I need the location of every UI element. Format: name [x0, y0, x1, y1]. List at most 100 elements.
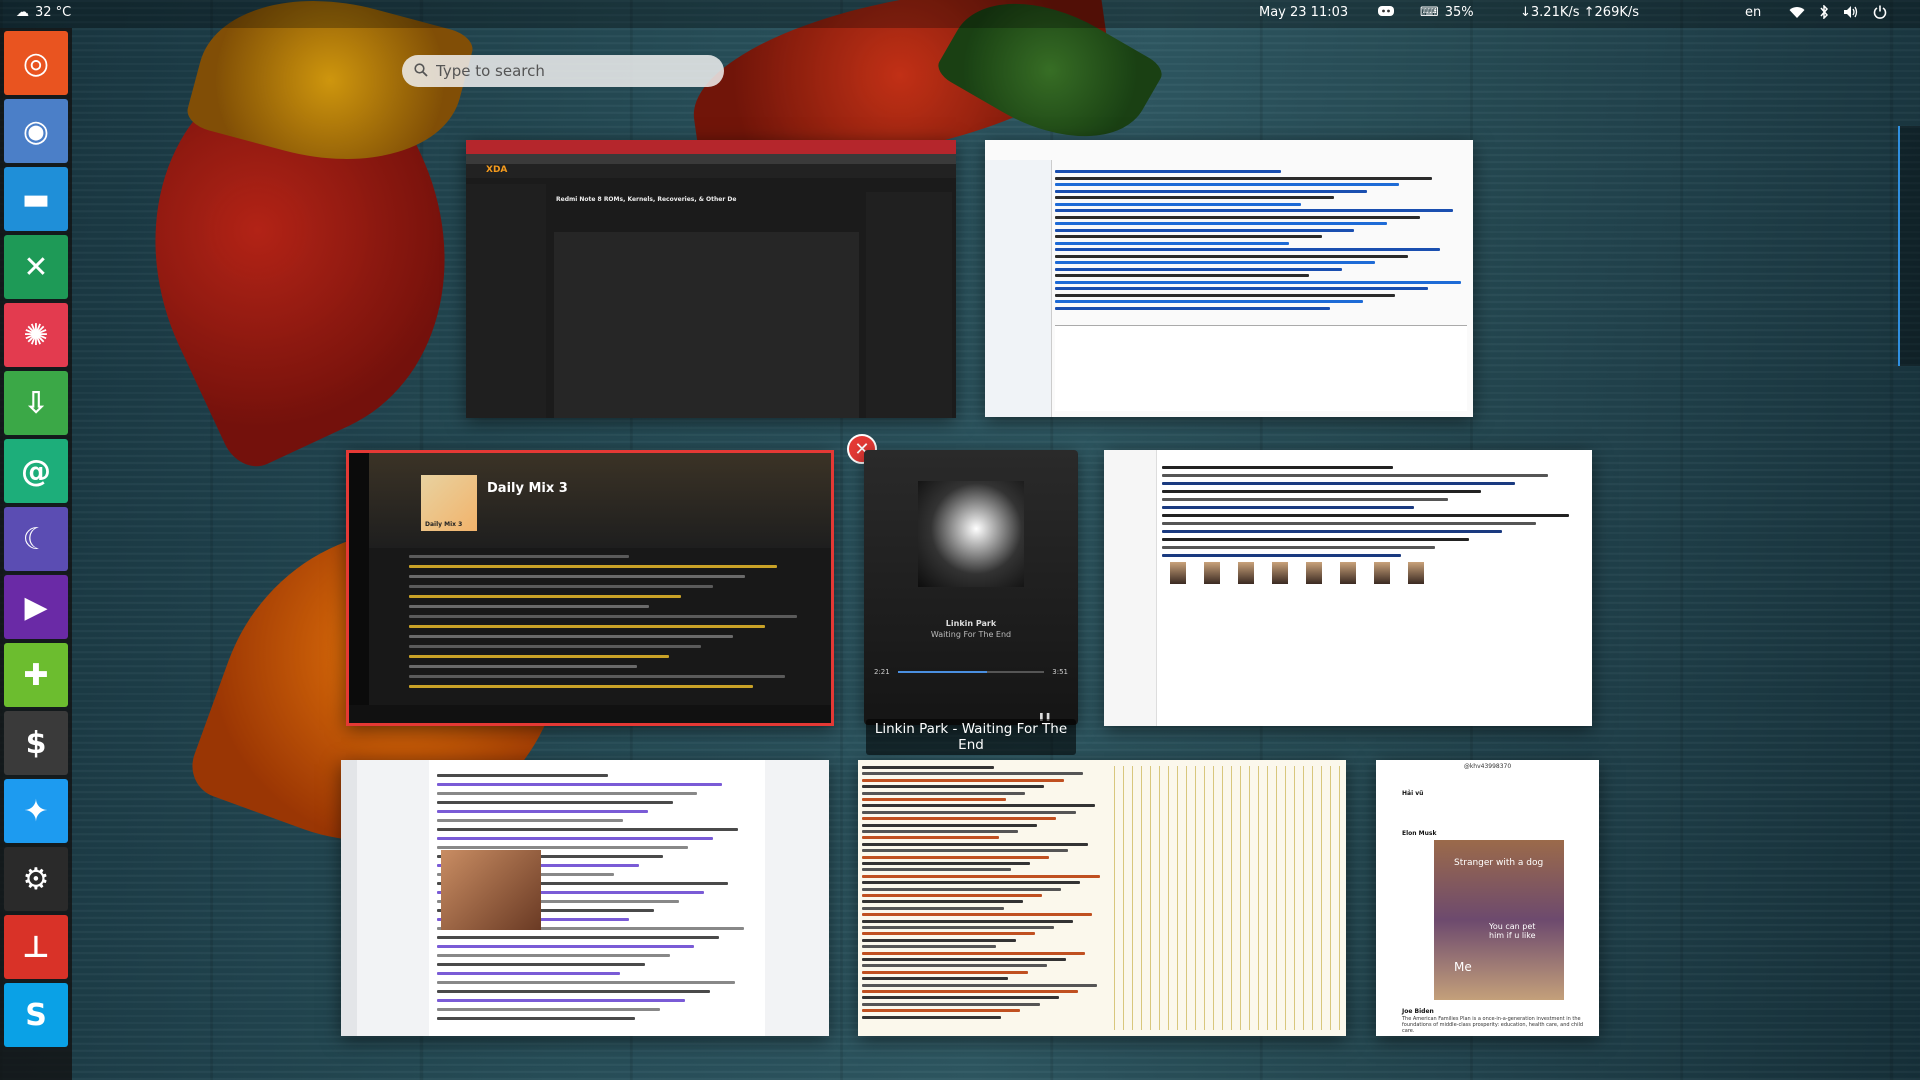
- time-total: 3:51: [1052, 668, 1068, 676]
- placeholder-line: [862, 823, 1038, 827]
- tweet-user-3[interactable]: Joe Biden: [1402, 1008, 1434, 1015]
- placeholder-line: [437, 990, 710, 993]
- battery-indicator[interactable]: ⌨ 35%: [1420, 5, 1474, 20]
- top-bar: ☁ 32 °C May 23 11:03 ⌨ 35% ↓3.21K/s ↑269…: [0, 0, 1920, 28]
- dock-item-skype[interactable]: S: [4, 983, 68, 1047]
- tweet-user-1[interactable]: Hải vũ: [1402, 790, 1423, 797]
- xda-right-panel: [866, 192, 952, 418]
- window-twitter[interactable]: @khv43998370 Hải vũ Elon Musk Stranger w…: [1376, 760, 1599, 1036]
- placeholder-line: [409, 635, 733, 638]
- placeholder-line: [1055, 189, 1367, 193]
- dock-item-ubuntu[interactable]: ◎: [4, 31, 68, 95]
- placeholder-line: [1055, 183, 1400, 186]
- terminal-icon: $: [25, 725, 47, 761]
- window-music-widget[interactable]: Linkin Park Waiting For The End 2:21 3:5…: [864, 450, 1078, 725]
- meme-text-2: Me: [1454, 960, 1472, 974]
- file-thumbnail[interactable]: [1272, 562, 1288, 584]
- search-input[interactable]: [434, 61, 698, 81]
- placeholder-line: [409, 595, 681, 598]
- placeholder-line: [862, 913, 1093, 917]
- cover-label: Daily Mix 3: [425, 521, 463, 528]
- keyboard-battery-icon: ⌨: [1420, 5, 1439, 20]
- skype-icon: S: [25, 997, 47, 1033]
- dock-item-media-player[interactable]: ▶: [4, 575, 68, 639]
- dock-item-terminal[interactable]: $: [4, 711, 68, 775]
- window-spotify[interactable]: Daily Mix 3 Daily Mix 3: [346, 450, 834, 726]
- window-discord[interactable]: [341, 760, 829, 1036]
- dock-item-file-manager[interactable]: ▬: [4, 167, 68, 231]
- file-thumbnail[interactable]: [1238, 562, 1254, 584]
- xda-header: XDA: [466, 164, 956, 178]
- file-thumbnail[interactable]: [1170, 562, 1186, 584]
- tweet-user-2[interactable]: Elon Musk: [1402, 830, 1436, 837]
- discord-icon[interactable]: [1378, 5, 1394, 17]
- window-xda-browser[interactable]: XDA Redmi Note 8 ROMs, Kernels, Recoveri…: [466, 140, 956, 418]
- window-torrent-client[interactable]: [985, 140, 1473, 417]
- dock-item-crescent[interactable]: ☾: [4, 507, 68, 571]
- twitter-icon: ✦: [23, 793, 49, 829]
- seek-bar[interactable]: [898, 671, 1044, 673]
- placeholder-line: [1055, 241, 1289, 245]
- placeholder-line: [409, 615, 797, 618]
- placeholder-line: [1162, 546, 1435, 549]
- network-speed-text: ↓3.21K/s ↑269K/s: [1520, 5, 1640, 20]
- bluetooth-icon[interactable]: [1819, 4, 1829, 23]
- placeholder-line: [437, 999, 685, 1002]
- file-thumbnail[interactable]: [1306, 562, 1322, 584]
- wifi-icon[interactable]: [1789, 6, 1805, 23]
- file-thumbnail[interactable]: [1204, 562, 1220, 584]
- chromium-icon: ◉: [22, 113, 50, 149]
- placeholder-line: [1162, 466, 1393, 469]
- placeholder-line: [1162, 474, 1549, 477]
- placeholder-line: [862, 772, 1083, 776]
- placeholder-line: [862, 817, 1057, 821]
- steam-icon: ⚙: [22, 861, 50, 897]
- dock-item-twitter[interactable]: ✦: [4, 779, 68, 843]
- dock-item-aperture[interactable]: ✺: [4, 303, 68, 367]
- downloader-icon: ⇩: [23, 385, 49, 421]
- file-thumbnail[interactable]: [1408, 562, 1424, 584]
- network-speed[interactable]: ↓3.21K/s ↑269K/s: [1520, 5, 1639, 20]
- media-player-icon: ▶: [24, 589, 48, 625]
- placeholder-line: [862, 1015, 1002, 1019]
- window-text-editor[interactable]: [858, 760, 1346, 1036]
- torrent-details: [1055, 325, 1467, 411]
- workspace-strip[interactable]: [1898, 126, 1920, 366]
- placeholder-line: [862, 855, 1050, 859]
- placeholder-line: [1055, 202, 1301, 206]
- dock-item-downloader[interactable]: ⇩: [4, 371, 68, 435]
- clock[interactable]: May 23 11:03: [1259, 5, 1348, 20]
- dock-item-steam[interactable]: ⚙: [4, 847, 68, 911]
- discord-server-bar: [341, 760, 357, 1036]
- file-thumbnail[interactable]: [1374, 562, 1390, 584]
- file-thumbnail[interactable]: [1340, 562, 1356, 584]
- file-thumbnails: [1170, 562, 1570, 612]
- placeholder-line: [862, 1009, 1021, 1013]
- file-sidebar: [1104, 450, 1157, 726]
- placeholder-line: [437, 963, 645, 966]
- dock-item-mail[interactable]: @: [4, 439, 68, 503]
- xda-logo[interactable]: XDA: [486, 165, 507, 175]
- placeholder-line: [409, 575, 745, 578]
- window-file-manager[interactable]: [1104, 450, 1592, 726]
- hotspot-icon: ⊥: [22, 929, 50, 965]
- weather-indicator[interactable]: ☁ 32 °C: [16, 5, 71, 20]
- dock-item-chromium[interactable]: ◉: [4, 99, 68, 163]
- placeholder-line: [437, 792, 698, 795]
- placeholder-line: [437, 1008, 661, 1011]
- volume-icon[interactable]: [1843, 5, 1859, 23]
- power-icon[interactable]: [1873, 5, 1887, 23]
- placeholder-line: [437, 810, 648, 813]
- dock-item-hotspot[interactable]: ⊥: [4, 915, 68, 979]
- language-indicator[interactable]: en: [1745, 5, 1761, 20]
- dock-item-xda[interactable]: ✕: [4, 235, 68, 299]
- language-text: en: [1745, 5, 1762, 20]
- dock-item-game[interactable]: ✚: [4, 643, 68, 707]
- placeholder-line: [862, 945, 997, 949]
- placeholder-line: [437, 981, 735, 984]
- spotify-playbar: [349, 705, 831, 723]
- placeholder-line: [409, 665, 637, 668]
- search-bar: [402, 55, 724, 87]
- placeholder-line: [1055, 280, 1461, 284]
- placeholder-line: [1055, 176, 1433, 180]
